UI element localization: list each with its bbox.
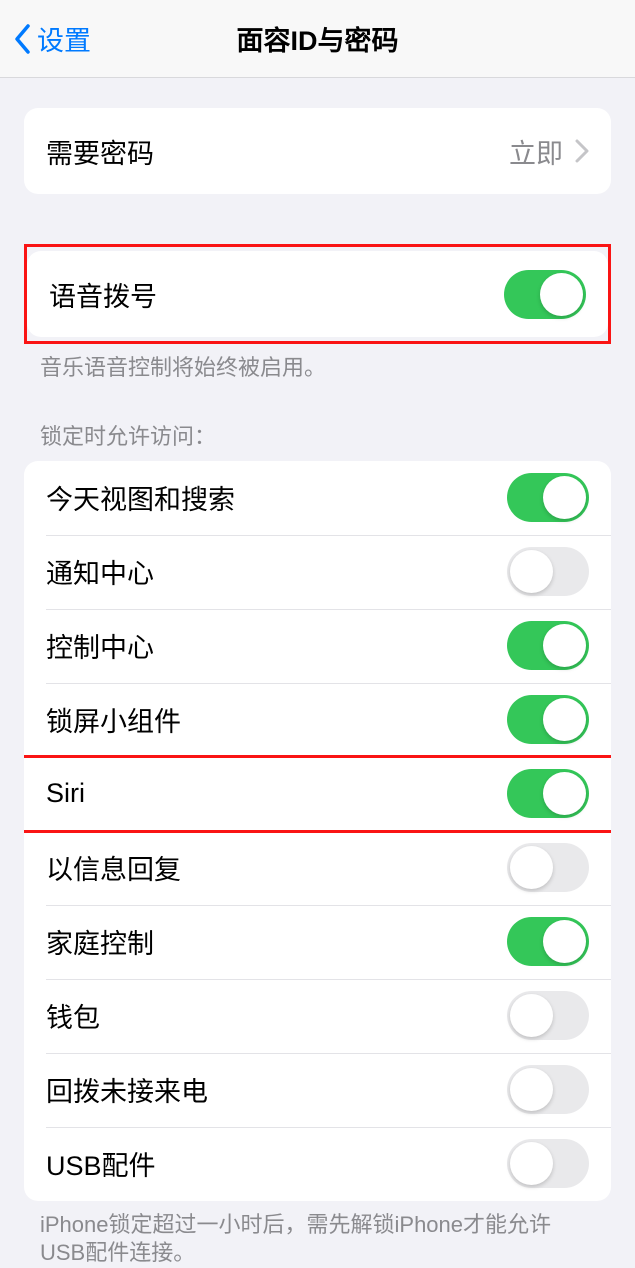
lock-access-label: Siri <box>46 778 507 809</box>
lock-access-label: 今天视图和搜索 <box>46 478 507 517</box>
voice-dial-row: 语音拨号 <box>27 251 608 337</box>
lock-access-toggle[interactable] <box>507 843 589 892</box>
lock-access-toggle[interactable] <box>507 473 589 522</box>
lock-access-toggle[interactable] <box>507 695 589 744</box>
lock-access-row: 今天视图和搜索 <box>24 461 611 535</box>
lock-access-group: 今天视图和搜索通知中心控制中心锁屏小组件 Siri 以信息回复家庭控制钱包回拨未接来… <box>24 461 611 1201</box>
lock-access-toggle[interactable] <box>507 991 589 1040</box>
lock-access-row: 锁屏小组件 <box>24 683 611 757</box>
require-passcode-group: 需要密码 立即 <box>24 108 611 194</box>
require-passcode-label: 需要密码 <box>46 132 509 171</box>
lock-access-row: USB配件 <box>24 1127 611 1201</box>
require-passcode-value: 立即 <box>509 132 563 171</box>
highlight-voice-dial: 语音拨号 <box>24 244 611 344</box>
lock-access-label: 钱包 <box>46 996 507 1035</box>
lock-access-toggle[interactable] <box>507 621 589 670</box>
chevron-left-icon <box>14 24 31 54</box>
lock-access-row: 家庭控制 <box>24 905 611 979</box>
lock-access-label: 回拨未接来电 <box>46 1070 507 1109</box>
voice-dial-toggle[interactable] <box>504 270 586 319</box>
require-passcode-row[interactable]: 需要密码 立即 <box>24 108 611 194</box>
lock-access-label: 控制中心 <box>46 626 507 665</box>
lock-access-label: 通知中心 <box>46 552 507 591</box>
lock-access-row: 钱包 <box>24 979 611 1053</box>
lock-access-toggle[interactable] <box>507 1139 589 1188</box>
lock-access-label: 锁屏小组件 <box>46 700 507 739</box>
page-title: 面容ID与密码 <box>0 19 635 58</box>
lock-access-row: Siri <box>24 757 611 831</box>
back-label: 设置 <box>37 19 91 58</box>
chevron-right-icon <box>575 139 589 163</box>
nav-bar: 设置 面容ID与密码 <box>0 0 635 78</box>
lock-access-footer: iPhone锁定超过一小时后，需先解锁iPhone才能允许USB配件连接。 <box>40 1211 595 1268</box>
lock-access-row: 回拨未接来电 <box>24 1053 611 1127</box>
lock-access-label: 以信息回复 <box>46 848 507 887</box>
lock-access-row: 以信息回复 <box>24 831 611 905</box>
lock-access-row: 控制中心 <box>24 609 611 683</box>
voice-dial-footer: 音乐语音控制将始终被启用。 <box>40 354 595 383</box>
lock-access-toggle[interactable] <box>507 1065 589 1114</box>
lock-access-header: 锁定时允许访问： <box>40 419 595 451</box>
back-button[interactable]: 设置 <box>0 19 91 58</box>
lock-access-label: USB配件 <box>46 1144 507 1183</box>
lock-access-toggle[interactable] <box>507 917 589 966</box>
lock-access-toggle[interactable] <box>507 769 589 818</box>
lock-access-row: 通知中心 <box>24 535 611 609</box>
lock-access-label: 家庭控制 <box>46 922 507 961</box>
lock-access-toggle[interactable] <box>507 547 589 596</box>
voice-dial-label: 语音拨号 <box>49 275 504 314</box>
